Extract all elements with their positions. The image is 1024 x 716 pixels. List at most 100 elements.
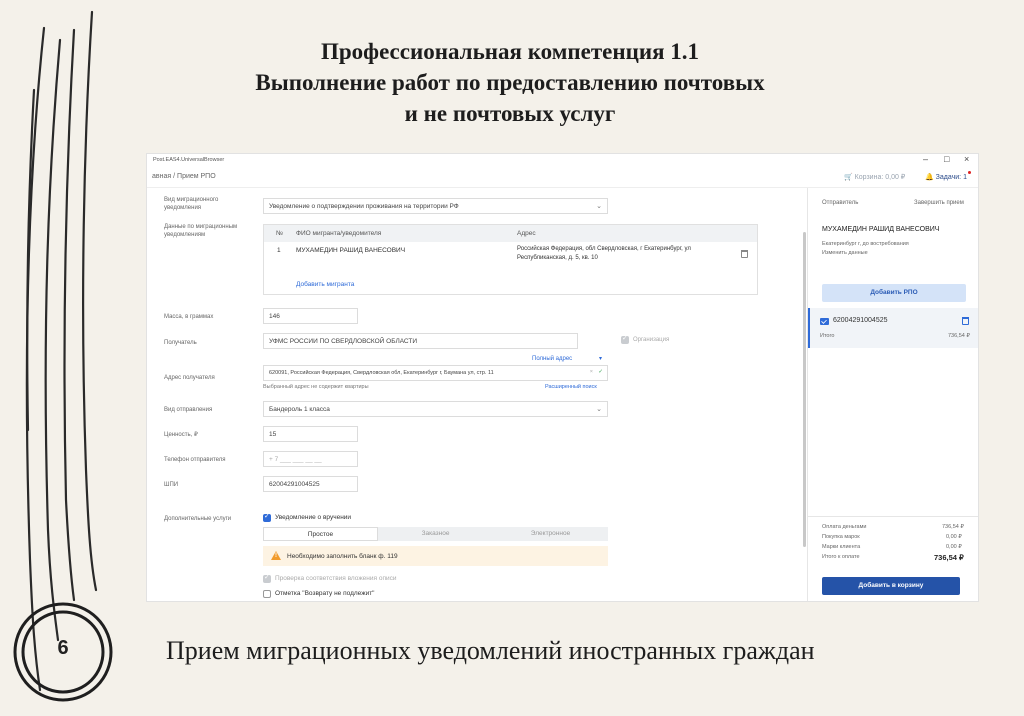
phone-input[interactable]: + 7 ___ ___ __ __: [263, 451, 358, 467]
trash-icon[interactable]: [741, 250, 748, 258]
table-row[interactable]: 1 МУХАМЕДИН РАШИД ВАНЕСОВИЧ Российская Ф…: [264, 242, 757, 272]
slide-title: Профессиональная компетенция 1.1 Выполне…: [180, 36, 840, 129]
summary-cash-value: 736,54 ₽: [942, 524, 964, 530]
warning-text: Необходимо заполнить бланк ф. 119: [287, 553, 398, 560]
total-to-pay-value: 736,54 ₽: [934, 553, 964, 562]
summary-client-stamps-label: Марки клиента: [822, 544, 861, 550]
caret-down-icon[interactable]: ▾: [599, 355, 602, 362]
slide-title-line-1: Профессиональная компетенция 1.1: [320, 39, 700, 64]
recipient-label: Получатель: [164, 340, 197, 346]
tab-simple[interactable]: Простое: [263, 527, 378, 541]
rpo-total-value: 736,54 ₽: [948, 333, 970, 339]
address-value: 620091, Российская Федерация, Свердловск…: [269, 370, 494, 376]
rpo-total-label[interactable]: Итого: [820, 333, 834, 339]
envelope-icon: [820, 318, 829, 325]
add-rpo-button[interactable]: Добавить РПО: [822, 284, 966, 302]
organization-label: Организация: [633, 337, 670, 343]
close-icon[interactable]: ×: [964, 154, 969, 164]
address-label: Адрес получателя: [164, 375, 215, 381]
rpo-list-item[interactable]: 62004291004525 Итого 736,54 ₽: [808, 308, 978, 348]
breadcrumb-separator: /: [173, 173, 176, 180]
sender-name: МУХАМЕДИН РАШИД ВАНЕСОВИЧ: [822, 226, 940, 233]
summary-stamps-value: 0,00 ₽: [946, 534, 962, 540]
page-number: 6: [57, 637, 69, 659]
no-return-label: Отметка "Возврату не подлежит": [275, 590, 375, 597]
add-to-cart-button[interactable]: Добавить в корзину: [822, 577, 960, 595]
sender-panel: Отправитель Завершить прием МУХАМЕДИН РА…: [807, 188, 978, 601]
shipment-type-select[interactable]: Бандероль 1 класса ⌄: [263, 401, 608, 417]
rpo-number: 62004291004525: [833, 317, 888, 324]
value-input[interactable]: 15: [263, 426, 358, 442]
cart-label: Корзина: 0,00 ₽: [854, 174, 906, 181]
tab-electronic[interactable]: Электронное: [493, 527, 608, 541]
column-header-num: №: [276, 230, 283, 237]
maximize-icon[interactable]: □: [944, 154, 949, 164]
row-address-line-2: Республиканская, д. 5, кв. 10: [517, 255, 598, 261]
breadcrumb-current: Прием РПО: [177, 173, 216, 180]
recipient-input[interactable]: УФМС РОССИИ ПО СВЕРДЛОВСКОЙ ОБЛАСТИ: [263, 333, 578, 349]
form-scrollbar[interactable]: [803, 232, 806, 547]
advanced-search-link[interactable]: Расширенный поиск: [545, 384, 597, 390]
breadcrumb-parent[interactable]: авная: [152, 173, 171, 180]
migration-type-label: Вид миграционного уведомления: [164, 197, 219, 211]
shipment-type-value: Бандероль 1 класса: [269, 406, 330, 413]
cart-button[interactable]: 🛒 Корзина: 0,00 ₽: [844, 173, 905, 181]
summary-divider: [808, 516, 978, 517]
breadcrumb: авная / Прием РПО: [152, 173, 216, 180]
chevron-down-icon: ⌄: [596, 203, 602, 210]
barcode-input[interactable]: 62004291004525: [263, 476, 358, 492]
summary-client-stamps-value: 0,00 ₽: [946, 544, 962, 550]
full-address-link[interactable]: Полный адрес: [532, 356, 572, 362]
check-inventory-checkbox[interactable]: [263, 573, 271, 583]
column-header-name: ФИО мигранта/уведомителя: [296, 230, 382, 237]
summary-cash-label: Оплата деньгами: [822, 524, 867, 530]
shipment-type-label: Вид отправления: [164, 407, 213, 413]
minimize-icon[interactable]: –: [923, 154, 928, 164]
migrants-table: № ФИО мигранта/уведомителя Адрес 1 МУХАМ…: [263, 224, 758, 295]
extra-services-label: Дополнительные услуги: [164, 516, 232, 522]
migration-type-select[interactable]: Уведомление о подтверждении проживания н…: [263, 198, 608, 214]
add-migrant-link[interactable]: Добавить мигранта: [296, 281, 354, 288]
organization-checkbox[interactable]: [621, 334, 629, 344]
app-window: Post.EAS4.UniversalBrowser – □ × авная /…: [146, 153, 979, 602]
top-bar: авная / Прием РПО 🛒 Корзина: 0,00 ₽ 🔔 За…: [147, 166, 978, 188]
check-icon: ✓: [598, 369, 603, 375]
table-header: № ФИО мигранта/уведомителя Адрес: [264, 225, 757, 242]
row-migrant-name: МУХАМЕДИН РАШИД ВАНЕСОВИЧ: [296, 247, 406, 254]
bell-icon: 🔔: [925, 174, 934, 181]
tab-registered[interactable]: Заказное: [378, 527, 493, 541]
migration-type-value: Уведомление о подтверждении проживания н…: [269, 203, 459, 210]
window-title: Post.EAS4.UniversalBrowser: [153, 157, 225, 163]
phone-label: Телефон отправителя: [164, 457, 226, 463]
tasks-label: Задачи: 1: [935, 174, 967, 181]
warning-icon: [271, 551, 281, 560]
change-data-link[interactable]: Изменить данные: [822, 250, 868, 256]
mass-label: Масса, в граммах: [164, 314, 214, 320]
migration-data-label: Данные по миграционным уведомлениям: [164, 224, 238, 238]
column-header-address: Адрес: [517, 230, 536, 237]
clear-icon[interactable]: ×: [590, 369, 593, 375]
check-inventory-label: Проверка соответствия вложения описи: [275, 575, 397, 582]
sender-label: Отправитель: [822, 200, 859, 206]
notice-type-tabs: Простое Заказное Электронное: [263, 527, 608, 541]
row-address-line-1: Российская Федерация, обл Свердловская, …: [517, 246, 691, 252]
total-to-pay-label[interactable]: Итого к оплате: [822, 554, 860, 560]
no-return-checkbox[interactable]: [263, 590, 271, 598]
value-label: Ценность, ₽: [164, 432, 198, 438]
tasks-button[interactable]: 🔔 Задачи: 1: [925, 171, 971, 181]
finish-reception-link[interactable]: Завершить прием: [914, 200, 964, 206]
sender-city: Екатеринбург г, до востребования: [822, 241, 909, 247]
slide-title-line-2: Выполнение работ по предоставлению почто…: [255, 70, 765, 95]
trash-icon[interactable]: [962, 317, 969, 325]
address-input[interactable]: 620091, Российская Федерация, Свердловск…: [263, 365, 608, 381]
mass-input[interactable]: 146: [263, 308, 358, 324]
row-number: 1: [277, 247, 281, 254]
warning-banner: Необходимо заполнить бланк ф. 119: [263, 546, 608, 566]
delivery-notice-checkbox[interactable]: [263, 512, 271, 522]
rpo-form: Вид миграционного уведомления Уведомлени…: [147, 188, 807, 601]
barcode-label: ШПИ: [164, 482, 179, 488]
delivery-notice-label: Уведомление о вручении: [275, 514, 352, 521]
window-titlebar: Post.EAS4.UniversalBrowser – □ ×: [147, 154, 978, 166]
chevron-down-icon: ⌄: [596, 406, 602, 413]
slide-title-line-3: и не почтовых услуг: [404, 101, 616, 126]
